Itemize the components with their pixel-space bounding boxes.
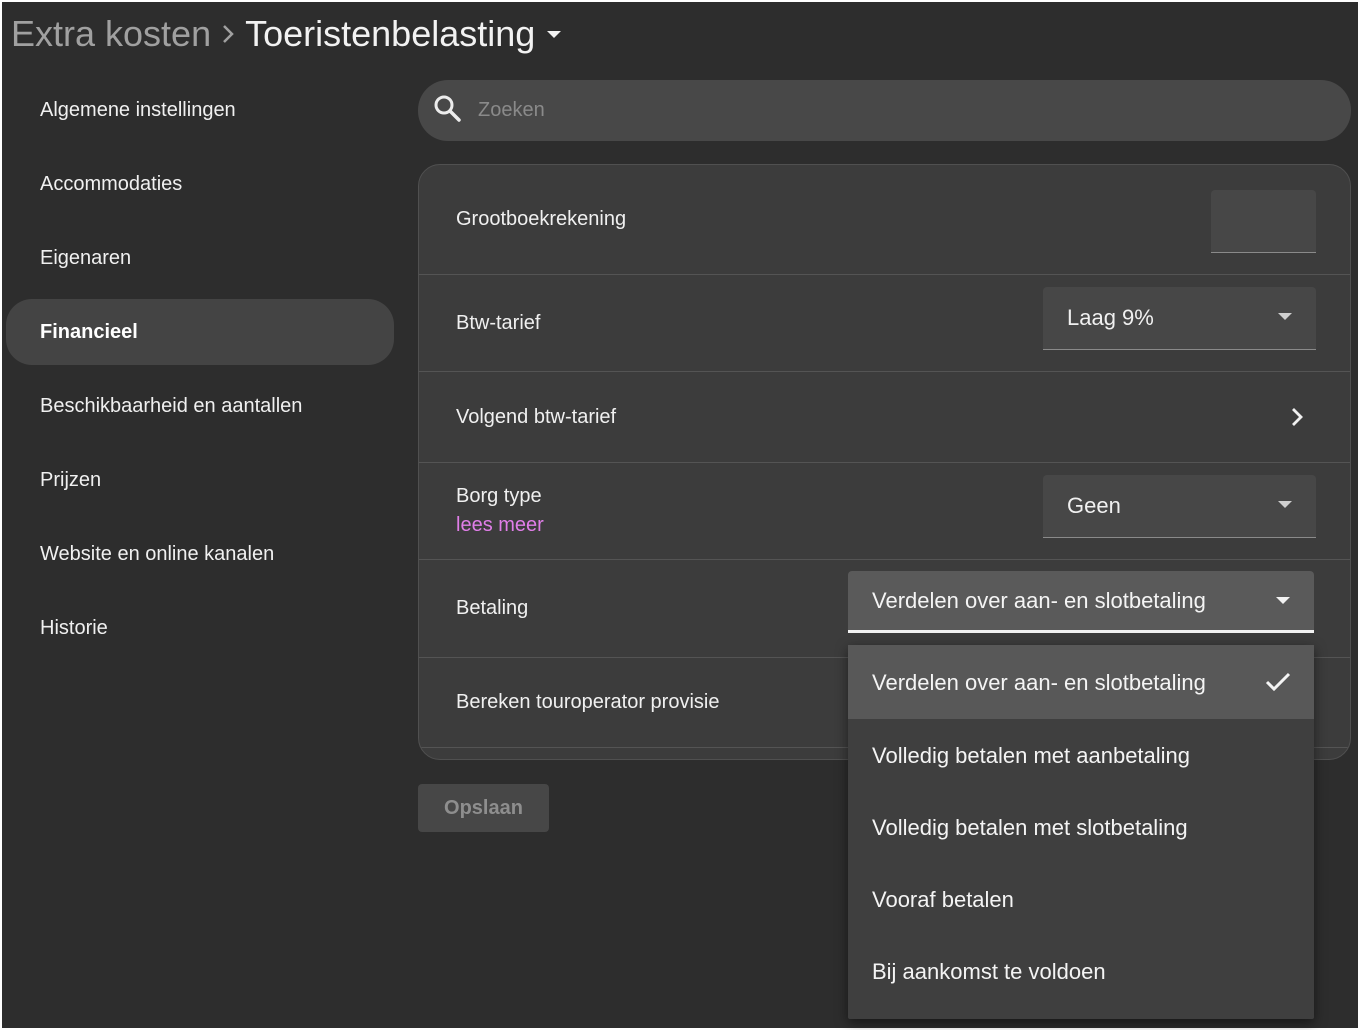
caret-down-icon [547, 30, 562, 38]
borg-type-value: Geen [1067, 493, 1121, 518]
grootboekrekening-label: Grootboekrekening [456, 208, 627, 230]
sidebar-item-algemene-instellingen[interactable]: Algemene instellingen [6, 77, 394, 143]
sidebar-item-beschikbaarheid[interactable]: Beschikbaarheid en aantallen [6, 373, 394, 439]
save-button[interactable]: Opslaan [418, 784, 549, 832]
volgend-btw-tarief-label: Volgend btw-tarief [456, 405, 617, 428]
betaling-dropdown-menu: Verdelen over aan- en slotbetaling Volle… [848, 645, 1314, 1019]
sidebar-item-label: Eigenaren [40, 246, 132, 269]
search-icon [432, 93, 462, 128]
sidebar-item-label: Algemene instellingen [40, 98, 236, 121]
search-bar [418, 80, 1351, 141]
check-icon [1265, 672, 1291, 692]
menu-item-label: Verdelen over aan- en slotbetaling [872, 669, 1206, 695]
sidebar-item-label: Website en online kanalen [40, 542, 275, 565]
sidebar-item-eigenaren[interactable]: Eigenaren [6, 225, 394, 291]
menu-item-bij-aankomst[interactable]: Bij aankomst te voldoen [848, 935, 1314, 1007]
breadcrumb-current-dropdown[interactable]: Toeristenbelasting [245, 13, 562, 55]
menu-item-label: Vooraf betalen [872, 886, 1014, 912]
sidebar-item-historie[interactable]: Historie [6, 595, 394, 661]
provisie-label: Bereken touroperator provisie [456, 691, 720, 713]
menu-item-volledig-aanbetaling[interactable]: Volledig betalen met aanbetaling [848, 719, 1314, 791]
sidebar-item-label: Accommodaties [40, 172, 183, 195]
sidebar-item-website[interactable]: Website en online kanalen [6, 521, 394, 587]
chevron-right-icon[interactable] [1288, 406, 1306, 428]
sidebar-item-accommodaties[interactable]: Accommodaties [6, 151, 394, 217]
lees-meer-link[interactable]: lees meer [456, 514, 544, 537]
betaling-select[interactable]: Verdelen over aan- en slotbetaling [848, 571, 1314, 633]
app-window: Extra kosten Toeristenbelasting Algemene… [2, 2, 1358, 1028]
row-volgend-btw-tarief[interactable]: Volgend btw-tarief [419, 372, 1350, 463]
betaling-value: Verdelen over aan- en slotbetaling [872, 587, 1206, 613]
row-btw-tarief: Btw-tarief Laag 9% [419, 275, 1350, 372]
grootboekrekening-input[interactable] [1211, 190, 1316, 253]
borg-type-label: Borg type [456, 485, 542, 507]
betaling-label: Betaling [456, 597, 529, 619]
sidebar-item-prijzen[interactable]: Prijzen [6, 447, 394, 513]
caret-down-icon [1278, 313, 1292, 320]
borg-type-block: Borg type lees meer [456, 485, 544, 537]
menu-item-volledig-slotbetaling[interactable]: Volledig betalen met slotbetaling [848, 791, 1314, 863]
menu-item-label: Bij aankomst te voldoen [872, 958, 1106, 984]
borg-type-select[interactable]: Geen [1043, 475, 1316, 538]
breadcrumb: Extra kosten Toeristenbelasting [11, 10, 562, 58]
menu-item-verdelen[interactable]: Verdelen over aan- en slotbetaling [848, 645, 1314, 719]
breadcrumb-parent[interactable]: Extra kosten [11, 13, 211, 55]
breadcrumb-current-label: Toeristenbelasting [245, 13, 536, 54]
menu-item-label: Volledig betalen met aanbetaling [872, 742, 1191, 768]
sidebar: Algemene instellingen Accommodaties Eige… [2, 77, 398, 669]
row-borg-type: Borg type lees meer Geen [419, 463, 1350, 560]
search-input[interactable] [478, 99, 1278, 122]
sidebar-item-label: Beschikbaarheid en aantallen [40, 394, 303, 417]
btw-tarief-label: Btw-tarief [456, 311, 541, 334]
menu-item-vooraf-betalen[interactable]: Vooraf betalen [848, 863, 1314, 935]
sidebar-item-label: Historie [40, 616, 108, 639]
menu-item-label: Volledig betalen met slotbetaling [872, 814, 1188, 840]
sidebar-item-financieel[interactable]: Financieel [6, 299, 394, 365]
row-grootboekrekening: Grootboekrekening [419, 165, 1350, 275]
caret-down-icon [1276, 597, 1290, 604]
btw-tarief-value: Laag 9% [1067, 305, 1154, 330]
sidebar-item-label: Prijzen [40, 468, 102, 491]
btw-tarief-select[interactable]: Laag 9% [1043, 287, 1316, 350]
chevron-right-icon [221, 23, 235, 45]
caret-down-icon [1278, 501, 1292, 508]
sidebar-item-label: Financieel [40, 320, 138, 343]
